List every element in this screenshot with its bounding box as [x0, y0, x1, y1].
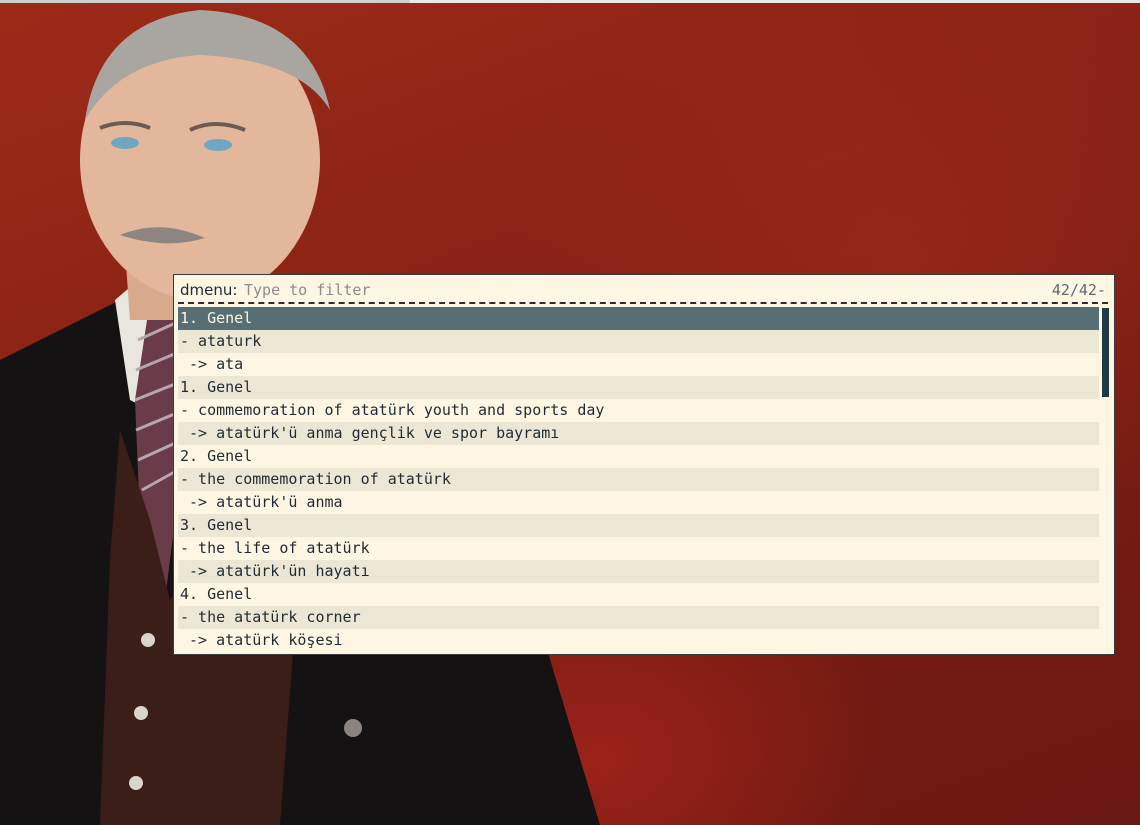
match-counter: 42/42-	[1051, 281, 1106, 299]
list-item[interactable]: -> atatürk'ü anma gençlik ve spor bayram…	[178, 422, 1099, 445]
list-item[interactable]: -> atatürk'ü anma	[178, 491, 1099, 514]
list-item[interactable]: - ataturk	[178, 330, 1099, 353]
list-item[interactable]: 4. Genel	[178, 583, 1099, 606]
list-item[interactable]: 1. Genel	[178, 307, 1099, 330]
dmenu-window: dmenu: 42/42- 1. Genel - ataturk -> ata …	[173, 274, 1115, 655]
list-item[interactable]: -> atatürk köşesi	[178, 629, 1099, 652]
list-item[interactable]: - the atatürk corner	[178, 606, 1099, 629]
list-item[interactable]: -> atatürk'ün hayatı	[178, 560, 1099, 583]
prompt-separator	[178, 302, 1108, 304]
list-item[interactable]: 1. Genel	[178, 376, 1099, 399]
list-item[interactable]: - the commemoration of atatürk	[178, 468, 1099, 491]
prompt-bar: dmenu: 42/42-	[174, 275, 1114, 303]
list-item[interactable]: - the life of atatürk	[178, 537, 1099, 560]
list-item[interactable]: 3. Genel	[178, 514, 1099, 537]
list-item[interactable]: 2. Genel	[178, 445, 1099, 468]
list-item[interactable]: - commemoration of atatürk youth and spo…	[178, 399, 1099, 422]
scrollbar-thumb[interactable]	[1102, 308, 1109, 397]
filter-input[interactable]	[244, 280, 944, 300]
list-item[interactable]: -> ata	[178, 353, 1099, 376]
result-list: 1. Genel - ataturk -> ata 1. Genel - com…	[178, 307, 1099, 652]
prompt-label: dmenu:	[180, 281, 238, 299]
